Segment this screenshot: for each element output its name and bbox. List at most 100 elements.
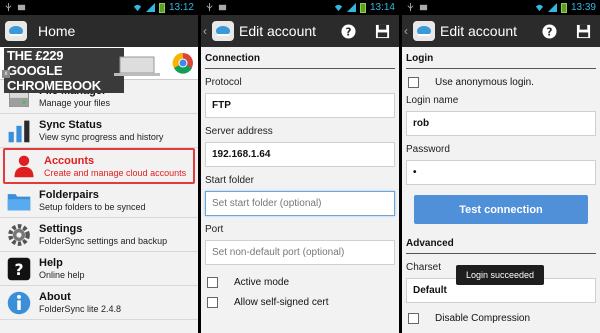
self-signed-row[interactable]: Allow self-signed cert — [205, 293, 395, 311]
chrome-logo-icon — [172, 52, 193, 74]
disable-compression-row[interactable]: Disable Compression — [406, 309, 596, 327]
menu-item-about[interactable]: About FolderSync lite 2.4.8 — [0, 286, 198, 320]
active-mode-row[interactable]: Active mode — [205, 273, 395, 291]
clock: 13:14 — [369, 2, 395, 13]
signal-icon — [145, 3, 155, 12]
menu-title: About — [39, 291, 71, 303]
password-field[interactable]: • — [406, 160, 596, 185]
screen-edit-account-connection: 13:14 ‹ Edit account ? Connection Protoc… — [201, 0, 399, 333]
anonymous-login-checkbox[interactable] — [408, 76, 419, 88]
active-mode-checkbox[interactable] — [207, 276, 218, 288]
menu-item-sync-status[interactable]: Sync Status View sync progress and histo… — [0, 114, 198, 148]
password-label: Password — [406, 144, 450, 155]
svg-text:?: ? — [14, 261, 23, 279]
action-bar: ‹ Edit account ? — [201, 15, 399, 47]
menu-item-accounts[interactable]: Accounts Create and manage cloud account… — [3, 148, 195, 184]
image-icon — [419, 4, 428, 11]
screen-home: 13:12 Home THE £229 GOOGLE CHROMEBOOK x … — [0, 0, 198, 333]
menu-subtitle: View sync progress and history — [39, 132, 164, 142]
protocol-label: Protocol — [205, 77, 242, 88]
menu-item-folderpairs[interactable]: Folderpairs Setup folders to be synced — [0, 184, 198, 218]
laptop-icon — [114, 56, 160, 76]
menu-item-settings[interactable]: Settings FolderSync settings and backup — [0, 218, 198, 252]
usb-icon — [206, 3, 213, 12]
section-header-advanced: Advanced — [406, 232, 596, 254]
save-disk-icon — [375, 24, 389, 38]
anonymous-login-row[interactable]: Use anonymous login. — [406, 73, 596, 91]
info-icon — [4, 288, 34, 318]
menu-subtitle: Online help — [39, 270, 85, 280]
start-folder-label: Start folder — [205, 175, 254, 186]
svg-text:?: ? — [345, 26, 351, 38]
menu-title: Settings — [39, 223, 83, 235]
menu-subtitle: FolderSync settings and backup — [39, 236, 168, 246]
status-bar: 13:12 — [0, 0, 198, 15]
svg-text:?: ? — [546, 26, 552, 38]
question-circle-icon: ? — [340, 23, 356, 39]
action-bar: ‹ Edit account ? — [402, 15, 600, 47]
server-address-label: Server address — [205, 126, 273, 137]
question-icon: ? — [4, 254, 34, 284]
battery-icon — [158, 2, 165, 13]
menu-title: Sync Status — [39, 119, 102, 131]
disable-compression-label: Disable Compression — [435, 312, 531, 324]
bar-chart-icon — [4, 116, 34, 146]
usb-icon — [407, 3, 414, 12]
disable-compression-checkbox[interactable] — [408, 312, 419, 324]
start-folder-field[interactable]: Set start folder (optional) — [205, 191, 395, 216]
folder-icon — [4, 186, 34, 216]
port-label: Port — [205, 224, 224, 235]
login-form: Login Use anonymous login. Login name ro… — [402, 47, 600, 327]
action-bar: Home — [0, 15, 198, 47]
person-icon — [9, 151, 39, 181]
wifi-icon — [334, 4, 343, 12]
port-field[interactable]: Set non-default port (optional) — [205, 240, 395, 265]
active-mode-label: Active mode — [234, 276, 290, 288]
test-connection-button[interactable]: Test connection — [414, 195, 588, 224]
page-title: Edit account — [239, 23, 317, 39]
section-header-connection: Connection — [205, 47, 395, 69]
page-title: Home — [38, 23, 76, 39]
app-logo-icon[interactable] — [211, 20, 235, 42]
battery-icon — [359, 2, 366, 13]
self-signed-label: Allow self-signed cert — [234, 296, 329, 308]
status-bar: 13:14 — [201, 0, 399, 15]
app-logo-icon[interactable] — [4, 20, 28, 42]
ad-close-icon[interactable]: x — [2, 70, 10, 78]
login-name-field[interactable]: rob — [406, 111, 596, 136]
image-icon — [218, 4, 227, 11]
help-button[interactable]: ? — [331, 15, 365, 47]
server-address-field[interactable]: 192.168.1.64 — [205, 142, 395, 167]
section-header-login: Login — [406, 47, 596, 69]
signal-icon — [346, 3, 356, 12]
app-logo-icon[interactable] — [412, 20, 436, 42]
menu-item-help[interactable]: ? Help Online help — [0, 252, 198, 286]
usb-icon — [5, 3, 12, 12]
protocol-field[interactable]: FTP — [205, 93, 395, 118]
menu-title: Folderpairs — [39, 189, 99, 201]
page-title: Edit account — [440, 23, 518, 39]
menu-title: Accounts — [44, 154, 95, 167]
menu-title: Help — [39, 257, 63, 269]
ad-banner[interactable]: THE £229 GOOGLE CHROMEBOOK x — [0, 47, 198, 93]
clock: 13:12 — [168, 2, 194, 13]
screen-edit-account-login: 13:39 ‹ Edit account ? Login Use anonymo… — [402, 0, 600, 333]
save-disk-icon — [576, 24, 590, 38]
back-chevron-icon[interactable]: ‹ — [203, 24, 207, 38]
save-button[interactable] — [566, 15, 600, 47]
anonymous-login-label: Use anonymous login. — [435, 76, 534, 88]
toast-message: Login succeeded — [456, 265, 545, 285]
menu-subtitle: Create and manage cloud accounts — [44, 167, 187, 178]
menu-subtitle: Manage your files — [39, 98, 111, 108]
menu-subtitle: FolderSync lite 2.4.8 — [39, 304, 122, 314]
save-button[interactable] — [365, 15, 399, 47]
wifi-icon — [133, 4, 142, 12]
status-bar: 13:39 — [402, 0, 600, 15]
menu-subtitle: Setup folders to be synced — [39, 202, 146, 212]
connection-form: Connection Protocol FTP Server address 1… — [201, 47, 399, 311]
gear-icon — [4, 220, 34, 250]
back-chevron-icon[interactable]: ‹ — [404, 24, 408, 38]
self-signed-checkbox[interactable] — [207, 296, 218, 308]
battery-icon — [560, 2, 567, 13]
help-button[interactable]: ? — [532, 15, 566, 47]
